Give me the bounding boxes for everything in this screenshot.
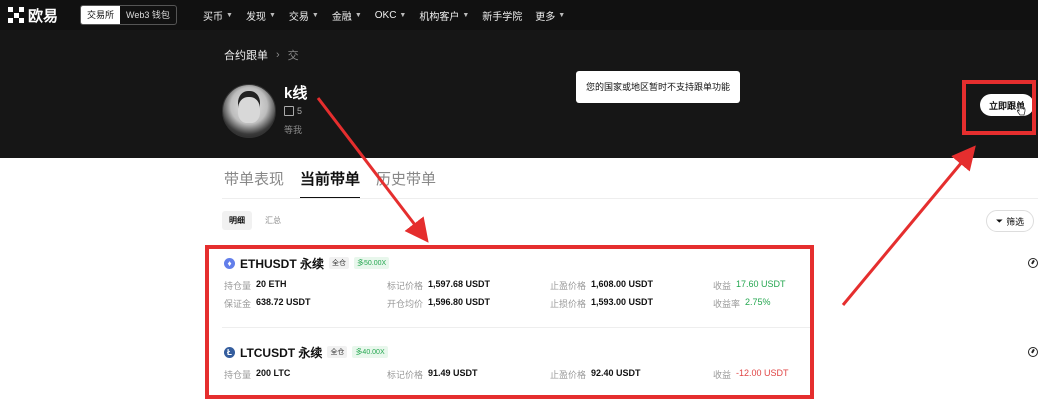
annotation-arrows bbox=[316, 97, 976, 306]
annotation-arrow-down bbox=[316, 97, 429, 243]
annotation-arrow-up bbox=[841, 145, 976, 306]
